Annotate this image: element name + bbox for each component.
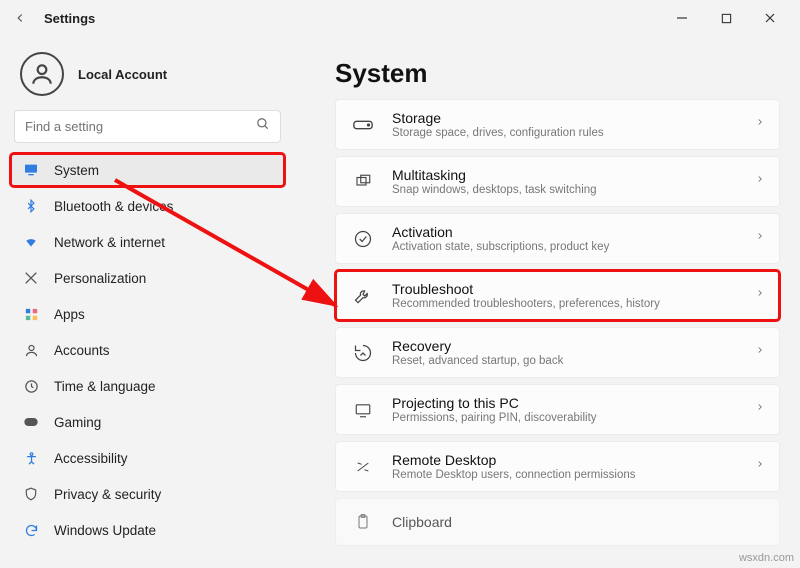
nav-privacy[interactable]: Privacy & security — [10, 477, 285, 511]
shield-icon — [22, 485, 40, 503]
clipboard-icon — [350, 509, 376, 535]
card-remote-desktop[interactable]: Remote DesktopRemote Desktop users, conn… — [335, 441, 780, 492]
nav-label: Gaming — [54, 415, 101, 430]
card-multitasking[interactable]: MultitaskingSnap windows, desktops, task… — [335, 156, 780, 207]
account-block[interactable]: Local Account — [8, 44, 287, 110]
nav-label: Personalization — [54, 271, 146, 286]
bluetooth-icon — [22, 197, 40, 215]
card-title: Activation — [392, 224, 739, 240]
storage-icon — [350, 112, 376, 138]
search-box[interactable] — [14, 110, 281, 143]
card-title: Clipboard — [392, 514, 765, 530]
nav-list: System Bluetooth & devices Network & int… — [8, 153, 287, 547]
card-sub: Reset, advanced startup, go back — [392, 355, 739, 367]
watermark: wsxdn.com — [739, 552, 794, 564]
chevron-right-icon — [755, 229, 765, 248]
settings-list: StorageStorage space, drives, configurat… — [335, 99, 780, 546]
avatar-icon — [20, 52, 64, 96]
card-title: Multitasking — [392, 167, 739, 183]
nav-apps[interactable]: Apps — [10, 297, 285, 331]
monitor-icon — [22, 161, 40, 179]
check-icon — [350, 226, 376, 252]
nav-accessibility[interactable]: Accessibility — [10, 441, 285, 475]
nav-label: Network & internet — [54, 235, 165, 250]
titlebar: Settings — [0, 0, 800, 36]
card-troubleshoot[interactable]: TroubleshootRecommended troubleshooters,… — [335, 270, 780, 321]
remote-icon — [350, 454, 376, 480]
chevron-right-icon — [755, 172, 765, 191]
maximize-button[interactable] — [704, 3, 748, 33]
nav-label: Apps — [54, 307, 85, 322]
card-title: Recovery — [392, 338, 739, 354]
settings-window: Settings Local Account — [0, 0, 800, 568]
card-activation[interactable]: ActivationActivation state, subscription… — [335, 213, 780, 264]
card-title: Remote Desktop — [392, 452, 739, 468]
nav-network[interactable]: Network & internet — [10, 225, 285, 259]
nav-time-language[interactable]: Time & language — [10, 369, 285, 403]
search-input[interactable] — [25, 119, 256, 134]
card-recovery[interactable]: RecoveryReset, advanced startup, go back — [335, 327, 780, 378]
close-button[interactable] — [748, 3, 792, 33]
nav-label: Privacy & security — [54, 487, 161, 502]
nav-label: Bluetooth & devices — [54, 199, 173, 214]
window-title: Settings — [44, 11, 95, 26]
card-sub: Recommended troubleshooters, preferences… — [392, 298, 739, 310]
nav-system[interactable]: System — [10, 153, 285, 187]
card-title: Storage — [392, 110, 739, 126]
search-icon — [256, 117, 270, 136]
nav-bluetooth[interactable]: Bluetooth & devices — [10, 189, 285, 223]
card-sub: Snap windows, desktops, task switching — [392, 184, 739, 196]
chevron-right-icon — [755, 457, 765, 476]
chevron-right-icon — [755, 400, 765, 419]
nav-label: Windows Update — [54, 523, 156, 538]
recovery-icon — [350, 340, 376, 366]
card-storage[interactable]: StorageStorage space, drives, configurat… — [335, 99, 780, 150]
nav-gaming[interactable]: Gaming — [10, 405, 285, 439]
minimize-button[interactable] — [660, 3, 704, 33]
sidebar: Local Account System Bluetooth & devices — [0, 36, 295, 568]
page-title: System — [335, 58, 780, 89]
card-sub: Storage space, drives, configuration rul… — [392, 127, 739, 139]
clock-icon — [22, 377, 40, 395]
update-icon — [22, 521, 40, 539]
card-projecting[interactable]: Projecting to this PCPermissions, pairin… — [335, 384, 780, 435]
apps-icon — [22, 305, 40, 323]
project-icon — [350, 397, 376, 423]
window-controls — [660, 3, 792, 33]
account-label: Local Account — [78, 67, 167, 82]
accessibility-icon — [22, 449, 40, 467]
wifi-icon — [22, 233, 40, 251]
gaming-icon — [22, 413, 40, 431]
nav-accounts[interactable]: Accounts — [10, 333, 285, 367]
multitask-icon — [350, 169, 376, 195]
wrench-icon — [350, 283, 376, 309]
card-title: Projecting to this PC — [392, 395, 739, 411]
nav-label: Accounts — [54, 343, 110, 358]
chevron-right-icon — [755, 343, 765, 362]
back-button[interactable] — [8, 6, 32, 30]
nav-personalization[interactable]: Personalization — [10, 261, 285, 295]
nav-label: System — [54, 163, 99, 178]
card-sub: Remote Desktop users, connection permiss… — [392, 469, 739, 481]
card-title: Troubleshoot — [392, 281, 739, 297]
nav-label: Time & language — [54, 379, 156, 394]
person-icon — [22, 341, 40, 359]
nav-label: Accessibility — [54, 451, 128, 466]
card-clipboard[interactable]: Clipboard — [335, 498, 780, 546]
chevron-right-icon — [755, 286, 765, 305]
main-pane: System StorageStorage space, drives, con… — [295, 36, 800, 568]
palette-icon — [22, 269, 40, 287]
nav-windows-update[interactable]: Windows Update — [10, 513, 285, 547]
chevron-right-icon — [755, 115, 765, 134]
card-sub: Activation state, subscriptions, product… — [392, 241, 739, 253]
card-sub: Permissions, pairing PIN, discoverabilit… — [392, 412, 739, 424]
